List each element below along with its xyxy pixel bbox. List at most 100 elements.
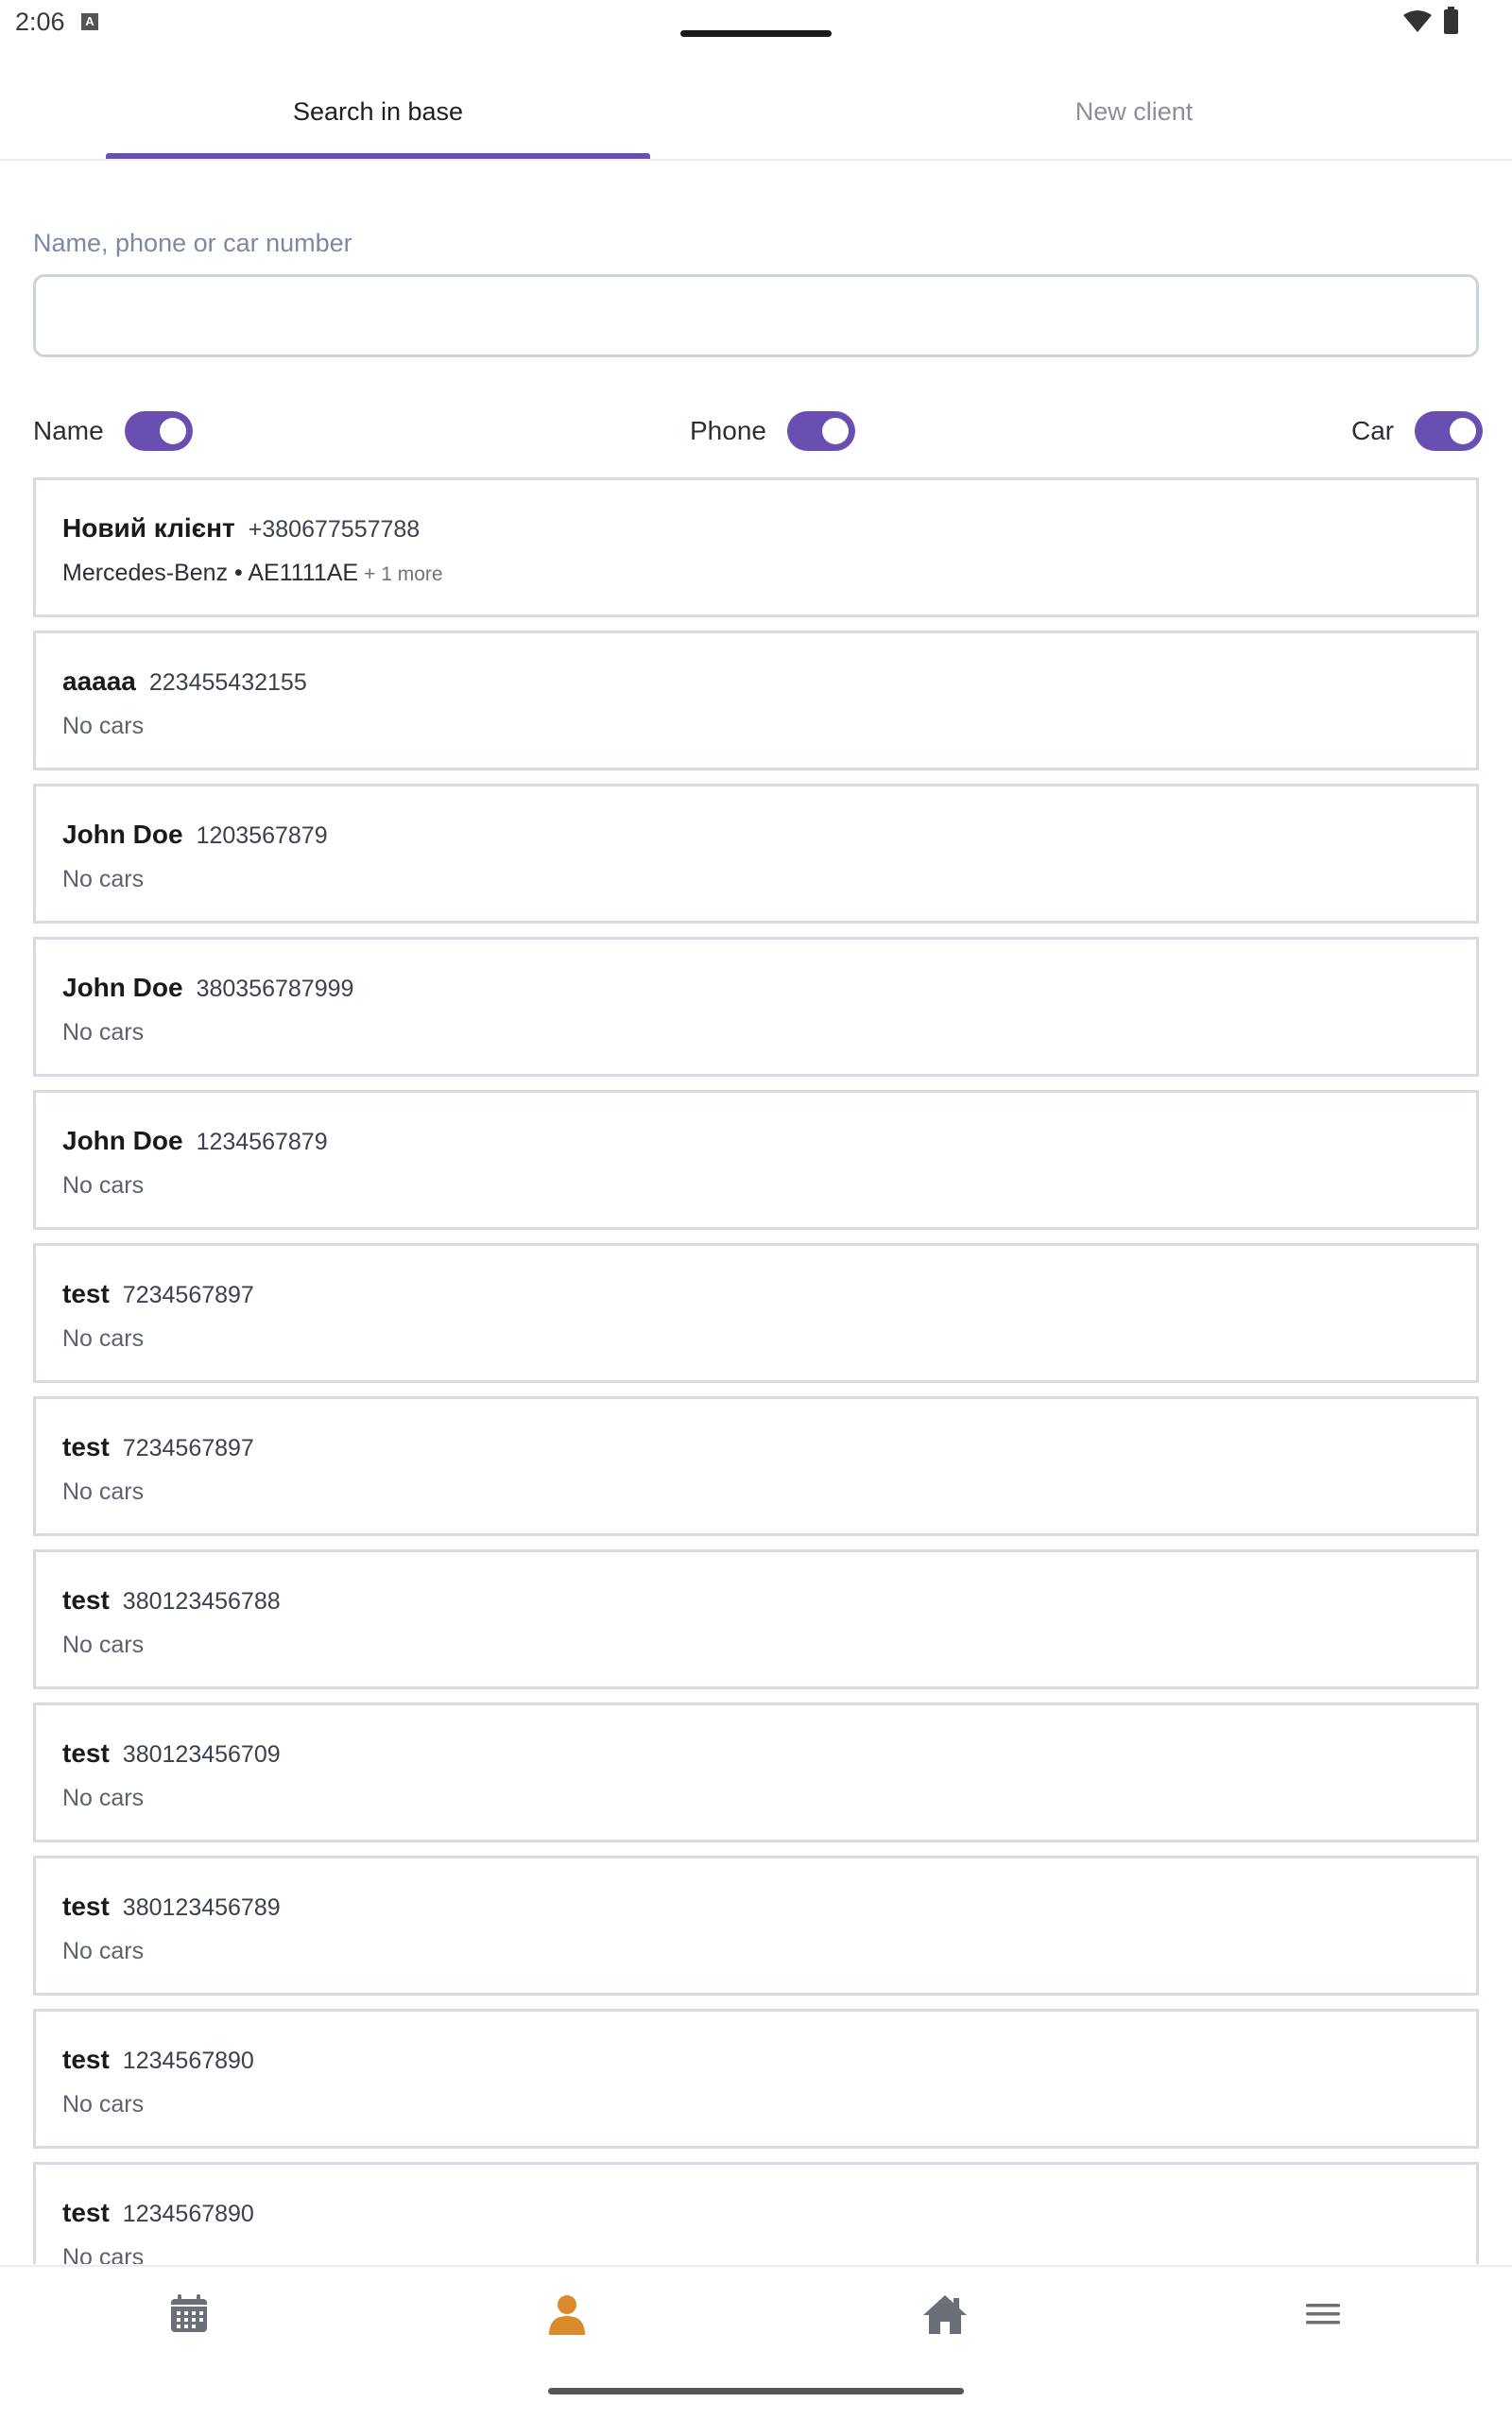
client-header: John Doe 380356787999 <box>62 973 353 1003</box>
client-cars: No cars <box>62 2091 145 2118</box>
client-name: test <box>62 1892 110 1921</box>
client-name: test <box>62 1585 110 1615</box>
client-cars-row: No cars <box>62 1019 144 1046</box>
tab-search-in-base[interactable]: Search in base <box>0 76 756 161</box>
client-card[interactable]: John Doe 1234567879 No cars <box>33 1090 1479 1230</box>
client-phone: 380123456709 <box>122 1741 281 1768</box>
client-header: test 7234567897 <box>62 1432 254 1462</box>
client-cars-row: Mercedes-Benz • AE1111AE + 1 more <box>62 560 443 587</box>
client-cars-row: No cars <box>62 1172 144 1200</box>
client-name: test <box>62 1432 110 1461</box>
client-header: test 380123456709 <box>62 1738 281 1769</box>
client-phone: 7234567897 <box>122 1282 254 1308</box>
tab-bar: Search in base New client <box>0 76 1512 161</box>
client-header: test 1234567890 <box>62 2198 254 2228</box>
filter-phone: Phone <box>690 406 855 456</box>
filter-phone-label: Phone <box>690 416 766 445</box>
filter-name-label: Name <box>33 416 104 445</box>
client-cars: No cars <box>62 713 145 739</box>
client-header: aaaaa 223455432155 <box>62 666 307 697</box>
filter-name-toggle[interactable] <box>124 411 193 451</box>
toggle-knob <box>821 418 849 444</box>
filter-car: Car <box>1351 406 1484 456</box>
client-name: John Doe <box>62 973 183 1002</box>
client-cars-row: No cars <box>62 866 144 893</box>
search-input[interactable] <box>33 274 1479 357</box>
home-indicator[interactable] <box>548 2388 964 2394</box>
client-cars: No cars <box>62 1172 145 1199</box>
client-name: John Doe <box>62 1126 183 1155</box>
client-phone: 1203567879 <box>196 822 328 849</box>
client-cars: No cars <box>62 866 145 892</box>
client-cars-row: No cars <box>62 1938 144 1965</box>
client-card[interactable]: test 380123456709 No cars <box>33 1703 1479 1842</box>
client-name: test <box>62 1738 110 1768</box>
menu-icon <box>1306 2304 1340 2325</box>
client-card[interactable]: John Doe 380356787999 No cars <box>33 937 1479 1077</box>
client-card[interactable]: test 380123456789 No cars <box>33 1856 1479 1996</box>
client-phone: 380356787999 <box>196 976 354 1002</box>
nav-menu[interactable] <box>1134 2267 1512 2361</box>
client-card[interactable]: aaaaa 223455432155 No cars <box>33 631 1479 770</box>
client-cars: No cars <box>62 2244 145 2264</box>
client-header: test 1234567890 <box>62 2045 254 2075</box>
client-cars: No cars <box>62 1938 145 1964</box>
client-more-cars: + 1 more <box>364 563 443 585</box>
client-cars-row: No cars <box>62 1632 144 1659</box>
client-name: Новий клієнт <box>62 513 235 543</box>
client-cars: No cars <box>62 1019 145 1046</box>
bottom-nav <box>0 2265 1512 2420</box>
client-cars-row: No cars <box>62 1478 144 1506</box>
a-icon: A <box>81 13 98 30</box>
client-phone: 1234567879 <box>196 1129 328 1155</box>
client-cars-row: No cars <box>62 2091 144 2118</box>
nav-calendar[interactable] <box>0 2267 378 2361</box>
status-time: 2:06 <box>15 8 65 36</box>
client-name: test <box>62 1279 110 1308</box>
active-tab-indicator <box>106 153 650 159</box>
client-card[interactable]: test 1234567890 No cars <box>33 2162 1479 2264</box>
client-card[interactable]: test 7234567897 No cars <box>33 1396 1479 1536</box>
nav-home[interactable] <box>756 2267 1134 2361</box>
client-cars-row: No cars <box>62 1785 144 1812</box>
home-icon <box>923 2295 967 2334</box>
nav-profile[interactable] <box>378 2267 756 2361</box>
client-header: test 380123456789 <box>62 1892 281 1922</box>
client-phone: 380123456788 <box>122 1588 281 1615</box>
tab-new-client[interactable]: New client <box>756 76 1512 161</box>
client-card[interactable]: Новий клієнт +380677557788 Mercedes-Benz •… <box>33 477 1479 617</box>
client-card[interactable]: test 1234567890 No cars <box>33 2009 1479 2149</box>
filter-phone-toggle[interactable] <box>786 411 855 451</box>
filter-car-label: Car <box>1351 416 1395 445</box>
client-phone: +380677557788 <box>248 516 421 543</box>
client-cars-row: No cars <box>62 2244 144 2264</box>
client-card[interactable]: John Doe 1203567879 No cars <box>33 784 1479 924</box>
client-phone: 223455432155 <box>148 669 307 696</box>
toggle-knob <box>159 418 186 444</box>
filter-car-toggle[interactable] <box>1415 411 1484 451</box>
person-icon <box>549 2295 585 2335</box>
client-card[interactable]: test 380123456788 No cars <box>33 1549 1479 1689</box>
camera-notch <box>680 30 832 37</box>
client-cars-row: No cars <box>62 1325 144 1353</box>
client-name: aaaaa <box>62 666 136 696</box>
client-header: test 380123456788 <box>62 1585 281 1616</box>
battery-icon <box>1444 7 1458 34</box>
client-cars: No cars <box>62 1325 145 1352</box>
client-cars: No cars <box>62 1632 145 1658</box>
client-phone: 1234567890 <box>122 2201 254 2227</box>
client-phone: 1234567890 <box>122 2048 254 2074</box>
client-cars: Mercedes-Benz • AE1111AE <box>62 560 359 586</box>
client-header: test 7234567897 <box>62 1279 254 1309</box>
status-bar: 2:06 A <box>0 0 1512 47</box>
client-card[interactable]: test 7234567897 No cars <box>33 1243 1479 1383</box>
client-list[interactable]: Новий клієнт +380677557788 Mercedes-Benz •… <box>33 477 1479 2264</box>
filter-name: Name <box>33 406 193 456</box>
client-cars: No cars <box>62 1478 145 1505</box>
toggle-knob <box>1450 418 1477 444</box>
client-phone: 380123456789 <box>122 1894 281 1921</box>
client-header: John Doe 1203567879 <box>62 820 328 850</box>
client-header: John Doe 1234567879 <box>62 1126 328 1156</box>
wifi-icon <box>1403 10 1432 32</box>
calendar-icon <box>171 2294 207 2332</box>
